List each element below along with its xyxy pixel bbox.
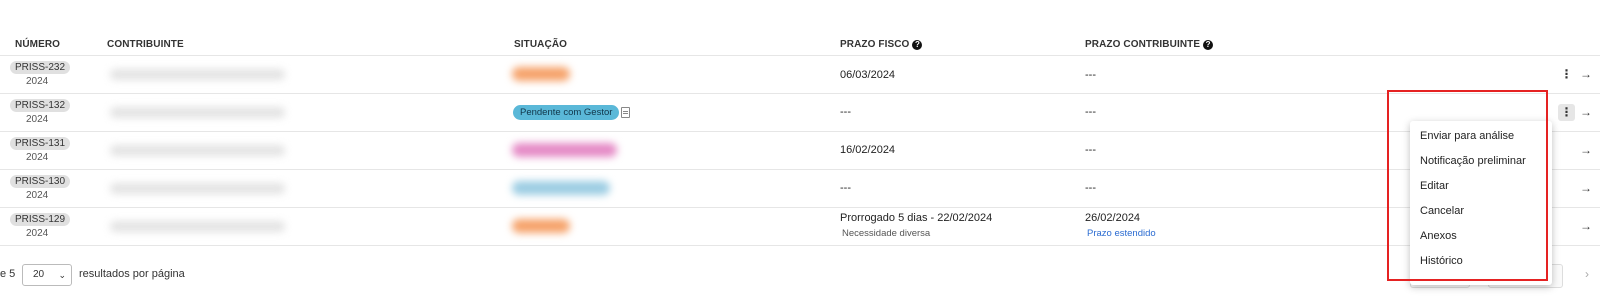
arrow-right-icon[interactable]: → [1580,181,1592,195]
prazo-estendido-link[interactable]: Prazo estendido [1087,228,1156,239]
process-number-badge: PRISS-129 [10,213,71,226]
prazo-fisco: --- [840,182,851,194]
prazo-contribuinte: --- [1085,69,1096,81]
header-prazo-fisco-label: PRAZO FISCO [840,39,910,50]
status-badge: Pendente com Gestor [513,105,620,120]
more-vertical-icon[interactable]: ⋮ [1558,104,1575,121]
header-situacao[interactable]: SITUAÇÃO [514,39,567,50]
process-year: 2024 [26,76,49,87]
prazo-fisco-note: Necessidade diversa [842,228,931,239]
contribuinte-redacted [110,221,285,232]
header-prazo-contribuinte-label: PRAZO CONTRIBUINTE [1085,39,1201,50]
pagination-suffix: resultados por página [79,268,185,280]
contribuinte-redacted [110,183,285,194]
process-year: 2024 [26,190,49,201]
contribuinte-redacted [110,107,285,118]
prazo-contribuinte: --- [1085,182,1096,194]
table-row[interactable]: PRISS-131 2024 16/02/2024 --- → [0,132,1600,170]
header-prazo-fisco[interactable]: PRAZO FISCO? [840,39,923,50]
more-vertical-icon[interactable]: ⋮ [1558,66,1575,83]
arrow-right-icon[interactable]: → [1580,67,1592,81]
table-row[interactable]: PRISS-132 2024 Pendente com Gestor --- -… [0,94,1600,132]
prazo-contribuinte: --- [1085,106,1096,118]
table-row[interactable]: PRISS-130 2024 --- --- → [0,170,1600,208]
process-number-badge: PRISS-132 [10,99,71,112]
status-badge-redacted [512,181,610,195]
process-year: 2024 [26,114,49,125]
process-number-badge: PRISS-131 [10,137,71,150]
header-situacao-label: SITUAÇÃO [514,39,568,50]
header-contribuinte[interactable]: CONTRIBUINTE [107,39,184,50]
process-year: 2024 [26,152,49,163]
prazo-fisco: Prorrogado 5 dias - 22/02/2024 [840,212,993,224]
pagination-prefix: e 5 [0,268,16,280]
process-year: 2024 [26,228,49,239]
status-badge-redacted [512,67,570,81]
document-icon[interactable] [621,107,630,118]
contribuinte-redacted [110,69,285,80]
process-number-badge: PRISS-232 [10,61,71,74]
question-circle-icon[interactable]: ? [1203,39,1214,50]
prazo-fisco: 06/03/2024 [840,69,896,81]
contribuinte-redacted [110,145,285,156]
process-number-badge: PRISS-130 [10,175,71,188]
table-row[interactable]: PRISS-129 2024 Prorrogado 5 dias - 22/02… [0,208,1600,246]
page-size-value: 20 [33,269,45,280]
status-badge-redacted [512,143,617,157]
table-header: NÚMERO CONTRIBUINTE SITUAÇÃO PRAZO FISCO… [0,37,1600,56]
status-badge-redacted [512,219,570,233]
page-size-select[interactable]: 20 ⌄ [22,264,72,286]
prazo-fisco: 16/02/2024 [840,144,896,156]
prazo-fisco: --- [840,106,851,118]
question-circle-icon[interactable]: ? [912,39,923,50]
header-contribuinte-label: CONTRIBUINTE [107,39,184,50]
prazo-contribuinte: 26/02/2024 [1085,212,1141,224]
header-prazo-contribuinte[interactable]: PRAZO CONTRIBUINTE? [1085,39,1214,50]
prazo-contribuinte: --- [1085,144,1096,156]
header-numero[interactable]: NÚMERO [15,39,60,50]
chevron-right-icon[interactable]: › [1585,267,1589,281]
chevron-down-icon: ⌄ [58,270,66,280]
arrow-right-icon[interactable]: → [1580,105,1592,119]
header-numero-label: NÚMERO [15,39,61,50]
arrow-right-icon[interactable]: → [1580,219,1592,233]
arrow-right-icon[interactable]: → [1580,143,1592,157]
annotation-highlight-box [1387,90,1548,281]
table-row[interactable]: PRISS-232 2024 06/03/2024 --- ⋮ → [0,56,1600,94]
